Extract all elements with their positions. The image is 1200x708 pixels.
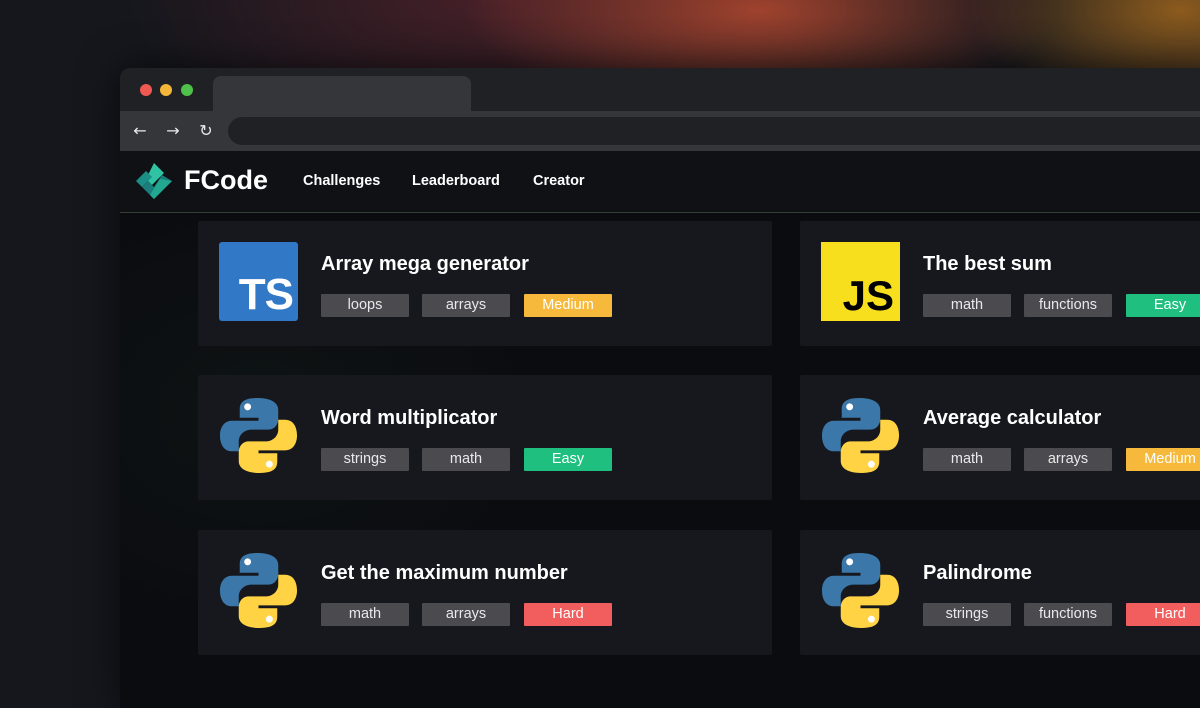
tag[interactable]: arrays: [422, 294, 510, 317]
difficulty-badge: Easy: [524, 448, 612, 471]
tag[interactable]: strings: [923, 603, 1011, 626]
nav-challenges[interactable]: Challenges: [303, 171, 380, 191]
brand-name[interactable]: FCode: [184, 163, 268, 197]
language-badge-label: TS: [238, 270, 294, 319]
tag[interactable]: functions: [1024, 603, 1112, 626]
challenge-title[interactable]: Word multiplicator: [321, 405, 497, 431]
difficulty-badge: Medium: [524, 294, 612, 317]
python-icon: [219, 552, 298, 629]
minimize-window-button[interactable]: [160, 84, 172, 96]
challenge-card[interactable]: JS The best sum math functions Easy: [800, 221, 1200, 346]
nav-creator[interactable]: Creator: [533, 171, 585, 191]
tag[interactable]: math: [321, 603, 409, 626]
tag[interactable]: strings: [321, 448, 409, 471]
challenge-card[interactable]: TS Array mega generator loops arrays Med…: [198, 221, 772, 346]
python-icon: [821, 397, 900, 474]
python-icon: [219, 397, 298, 474]
typescript-icon: TS: [219, 242, 298, 321]
difficulty-badge: Easy: [1126, 294, 1200, 317]
challenge-card[interactable]: Word multiplicator strings math Easy: [198, 375, 772, 500]
tag[interactable]: functions: [1024, 294, 1112, 317]
tag[interactable]: arrays: [422, 603, 510, 626]
browser-tab[interactable]: [213, 76, 471, 111]
difficulty-badge: Hard: [524, 603, 612, 626]
nav-leaderboard[interactable]: Leaderboard: [412, 171, 500, 191]
challenge-title[interactable]: Average calculator: [923, 405, 1101, 431]
challenge-card[interactable]: Average calculator math arrays Medium: [800, 375, 1200, 500]
fcode-logo-icon[interactable]: [132, 159, 176, 203]
tag[interactable]: loops: [321, 294, 409, 317]
address-bar[interactable]: [228, 117, 1200, 145]
challenge-title[interactable]: The best sum: [923, 251, 1052, 277]
browser-toolbar: ← → ↻: [120, 111, 1200, 151]
maximize-window-button[interactable]: [181, 84, 193, 96]
python-icon: [821, 552, 900, 629]
difficulty-badge: Hard: [1126, 603, 1200, 626]
challenge-title[interactable]: Get the maximum number: [321, 560, 568, 586]
forward-arrow-icon[interactable]: →: [161, 119, 185, 143]
challenge-title[interactable]: Array mega generator: [321, 251, 529, 277]
close-window-button[interactable]: [140, 84, 152, 96]
app-header: FCode Challenges Leaderboard Creator: [120, 151, 1200, 213]
javascript-icon: JS: [821, 242, 900, 321]
tag[interactable]: arrays: [1024, 448, 1112, 471]
tag[interactable]: math: [923, 448, 1011, 471]
challenge-card[interactable]: Get the maximum number math arrays Hard: [198, 530, 772, 655]
challenge-title[interactable]: Palindrome: [923, 560, 1032, 586]
tag[interactable]: math: [422, 448, 510, 471]
challenge-card[interactable]: Palindrome strings functions Hard: [800, 530, 1200, 655]
tag[interactable]: math: [923, 294, 1011, 317]
challenge-list: TS Array mega generator loops arrays Med…: [120, 213, 1200, 708]
difficulty-badge: Medium: [1126, 448, 1200, 471]
browser-window: ← → ↻ FCode Challenges Leaderboard Creat…: [120, 68, 1200, 708]
reload-icon[interactable]: ↻: [194, 119, 218, 143]
language-badge-label: JS: [842, 272, 894, 319]
back-arrow-icon[interactable]: ←: [128, 119, 152, 143]
browser-tab-bar: [120, 68, 1200, 111]
